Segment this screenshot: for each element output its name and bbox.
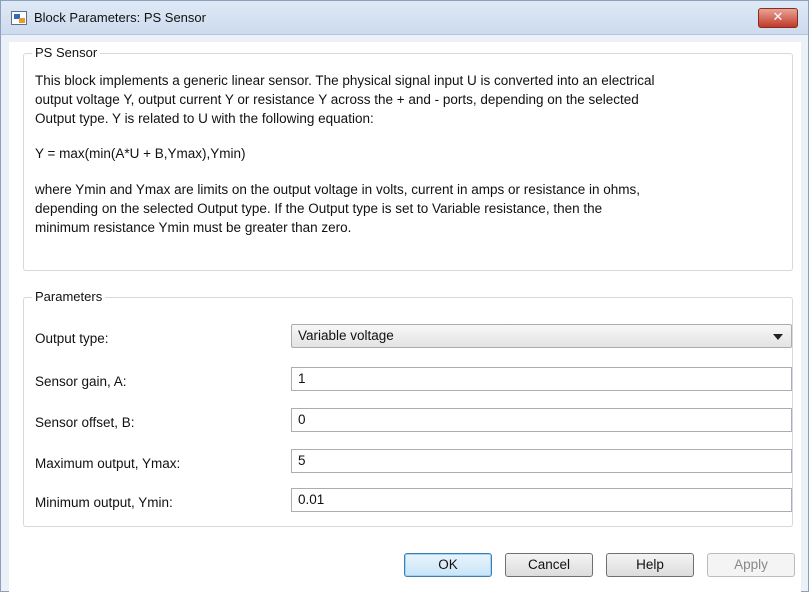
description-line: where Ymin and Ymax are limits on the ou…	[35, 182, 641, 197]
parameters-group-title: Parameters	[32, 289, 106, 304]
cancel-button[interactable]: Cancel	[505, 553, 593, 577]
sensor-gain-label: Sensor gain, A:	[35, 374, 127, 389]
help-button[interactable]: Help	[606, 553, 694, 577]
description-line: minimum resistance Ymin must be greater …	[35, 220, 352, 235]
sensor-offset-label: Sensor offset, B:	[35, 415, 135, 430]
output-type-label: Output type:	[35, 331, 109, 346]
sensor-offset-field[interactable]: 0	[291, 408, 792, 432]
max-output-field[interactable]: 5	[291, 449, 792, 473]
description-line: output voltage Y, output current Y or re…	[35, 92, 639, 107]
description-line: This block implements a generic linear s…	[35, 73, 655, 88]
max-output-label: Maximum output, Ymax:	[35, 456, 181, 471]
output-type-value: Variable voltage	[298, 328, 394, 343]
description-group: PS Sensor This block implements a generi…	[23, 45, 793, 271]
ok-button[interactable]: OK	[404, 553, 492, 577]
sensor-gain-field[interactable]: 1	[291, 367, 792, 391]
window-title: Block Parameters: PS Sensor	[34, 10, 206, 25]
chevron-down-icon	[773, 334, 783, 340]
description-group-title: PS Sensor	[32, 45, 101, 60]
parameters-group: Parameters Output type: Variable voltage…	[23, 289, 793, 527]
title-bar[interactable]: Block Parameters: PS Sensor ✕	[1, 1, 808, 35]
min-output-field[interactable]: 0.01	[291, 488, 792, 512]
output-type-select[interactable]: Variable voltage	[291, 324, 792, 348]
equation-text: Y = max(min(A*U + B,Ymax),Ymin)	[35, 146, 246, 161]
close-button[interactable]: ✕	[758, 8, 798, 28]
simulink-block-icon	[11, 11, 27, 25]
min-output-label: Minimum output, Ymin:	[35, 495, 173, 510]
apply-button[interactable]: Apply	[707, 553, 795, 577]
block-parameters-dialog: Block Parameters: PS Sensor ✕ PS Sensor …	[0, 0, 809, 592]
description-line: Output type. Y is related to U with the …	[35, 111, 374, 126]
description-line: depending on the selected Output type. I…	[35, 201, 603, 216]
dialog-content: PS Sensor This block implements a generi…	[9, 42, 801, 592]
